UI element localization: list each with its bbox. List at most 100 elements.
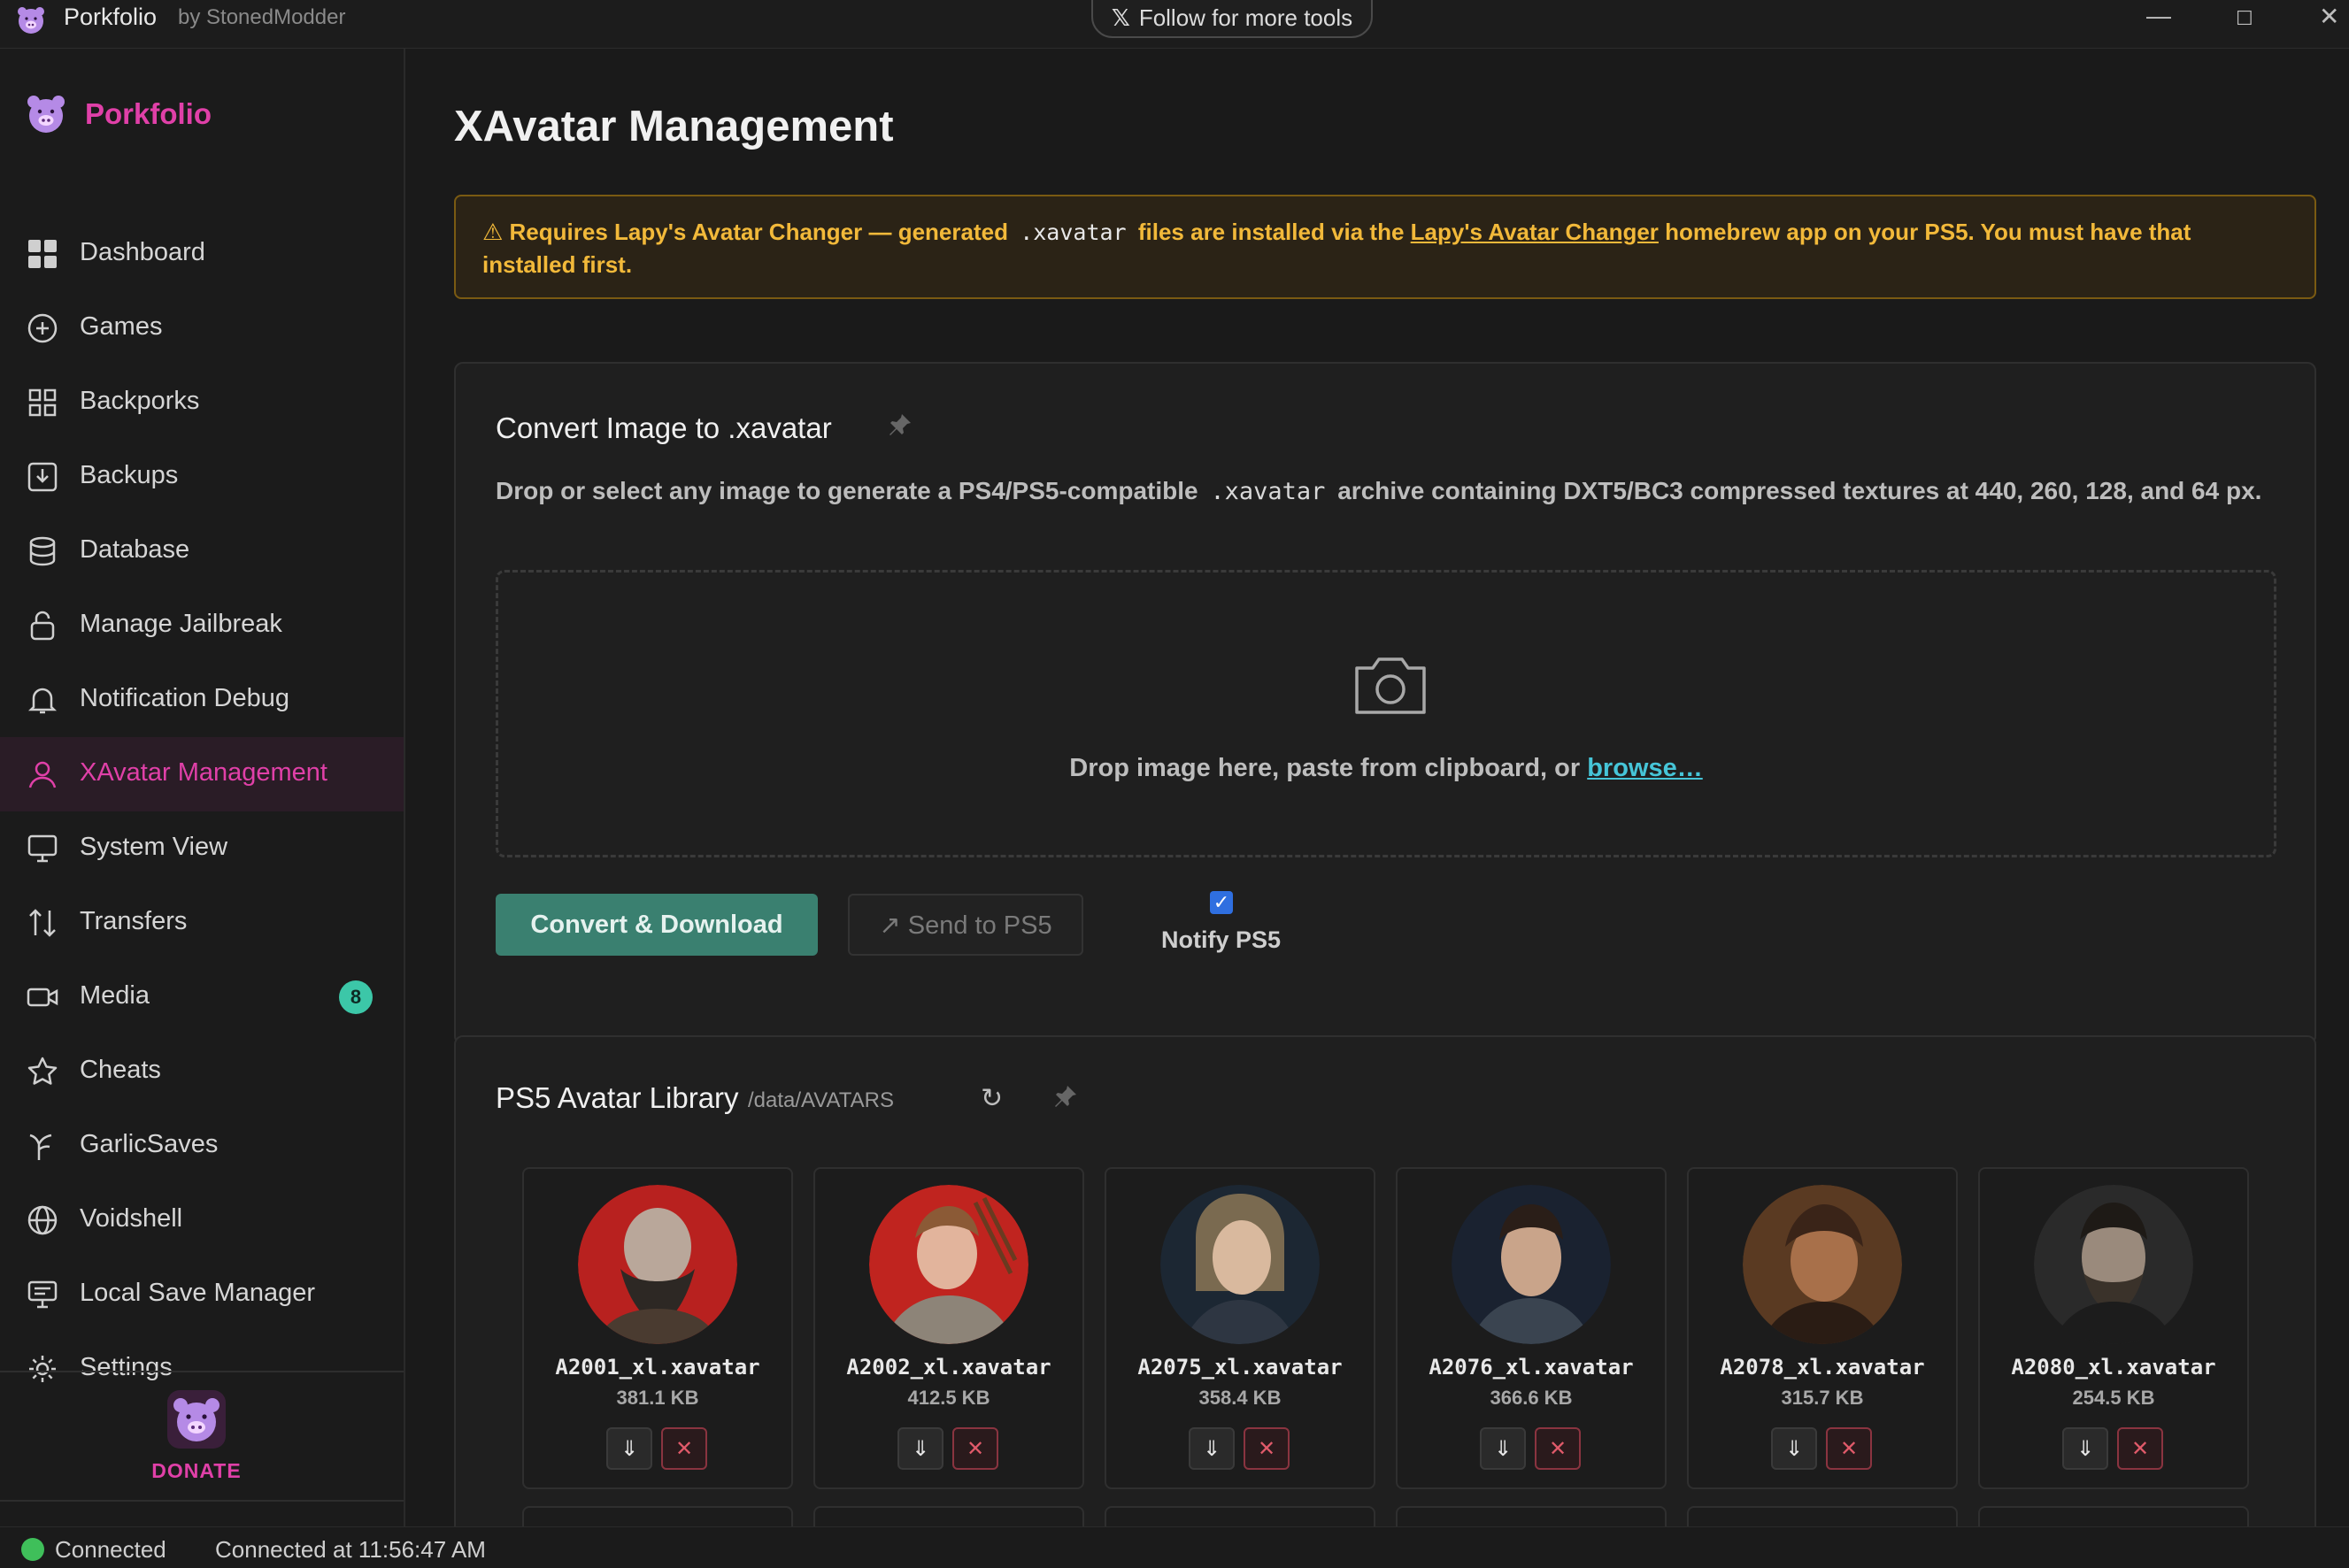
convert-card: Convert Image to .xavatar Drop or select… xyxy=(454,362,2316,1045)
pin-icon[interactable] xyxy=(1052,1083,1079,1110)
pig-logo-icon xyxy=(27,96,65,133)
delete-avatar-button[interactable]: ✕ xyxy=(2117,1427,2163,1470)
delete-avatar-button[interactable]: ✕ xyxy=(1244,1427,1290,1470)
pin-icon[interactable] xyxy=(887,411,913,438)
monitor-icon xyxy=(27,834,58,863)
close-icon: ✕ xyxy=(1839,1436,1859,1461)
delete-avatar-button[interactable]: ✕ xyxy=(1826,1427,1872,1470)
brand-name: Porkfolio xyxy=(85,97,212,130)
sidebar-brand[interactable]: Porkfolio xyxy=(25,93,212,135)
database-icon xyxy=(29,536,56,566)
download-icon: ⇓ xyxy=(911,1436,930,1461)
sidebar-item-local-save-manager[interactable]: Local Save Manager xyxy=(0,1257,404,1332)
sidebar-item-label: Transfers xyxy=(80,907,188,935)
image-dropzone[interactable]: Drop image here, paste from clipboard, o… xyxy=(496,570,2276,857)
avatar-filesize: 254.5 KB xyxy=(2072,1387,2155,1409)
sidebar-item-label: XAvatar Management xyxy=(80,758,327,787)
browse-link[interactable]: browse… xyxy=(1587,754,1703,782)
download-avatar-button[interactable]: ⇓ xyxy=(897,1427,943,1470)
avatar-thumbnail xyxy=(1743,1185,1902,1344)
avatar-card[interactable] xyxy=(522,1506,793,1526)
avatar-card[interactable] xyxy=(1978,1506,2249,1526)
avatar-card[interactable] xyxy=(1396,1506,1667,1526)
avatar-card[interactable] xyxy=(1105,1506,1375,1526)
delete-avatar-button[interactable]: ✕ xyxy=(952,1427,998,1470)
download-avatar-button[interactable]: ⇓ xyxy=(1771,1427,1817,1470)
follow-button[interactable]: 𝕏 Follow for more tools xyxy=(1091,0,1373,38)
sidebar-item-garlicsaves[interactable]: GarlicSaves xyxy=(0,1109,404,1183)
maximize-button[interactable]: ☐ xyxy=(2236,7,2253,30)
download-avatar-button[interactable]: ⇓ xyxy=(606,1427,652,1470)
star-icon xyxy=(27,1057,58,1085)
sidebar-item-cheats[interactable]: Cheats xyxy=(0,1034,404,1109)
sidebar-item-games[interactable]: Games xyxy=(0,291,404,365)
avatar-filename: A2078_xl.xavatar xyxy=(1720,1355,1925,1380)
sidebar-item-label: Voidshell xyxy=(80,1204,183,1233)
sidebar-item-label: Dashboard xyxy=(80,238,205,266)
library-title: PS5 Avatar Library xyxy=(496,1081,739,1114)
avatar-card[interactable] xyxy=(813,1506,1084,1526)
avatar-card[interactable] xyxy=(1687,1506,1958,1526)
refresh-icon[interactable]: ↻ xyxy=(981,1083,1003,1114)
notify-ps5-checkbox[interactable]: ✓ xyxy=(1210,891,1233,914)
sidebar-item-backups[interactable]: Backups xyxy=(0,440,404,514)
sidebar-item-label: Backups xyxy=(80,461,179,489)
sidebar-item-dashboard[interactable]: Dashboard xyxy=(0,217,404,291)
avatar-changer-link[interactable]: Lapy's Avatar Changer xyxy=(1411,219,1659,245)
page-title: XAvatar Management xyxy=(454,103,894,150)
avatar-card[interactable]: A2080_xl.xavatar 254.5 KB ⇓ ✕ xyxy=(1978,1167,2249,1489)
avatar-library-card: PS5 Avatar Library /data/AVATARS ↻ A2001… xyxy=(454,1035,2316,1526)
send-to-ps5-button[interactable]: ↗ Send to PS5 xyxy=(848,894,1083,956)
status-bar: Connected Connected at 11:56:47 AM xyxy=(0,1526,2349,1568)
delete-avatar-button[interactable]: ✕ xyxy=(661,1427,707,1470)
close-icon: ✕ xyxy=(674,1436,694,1461)
camera-icon xyxy=(1355,657,1426,714)
sidebar-item-xavatar-management[interactable]: XAvatar Management xyxy=(0,737,404,811)
main-content: XAvatar Management ⚠ Requires Lapy's Ava… xyxy=(407,49,2349,1526)
avatar-card[interactable]: A2078_xl.xavatar 315.7 KB ⇓ ✕ xyxy=(1687,1167,1958,1489)
avatar-thumbnail xyxy=(1160,1185,1320,1344)
download-avatar-button[interactable]: ⇓ xyxy=(2062,1427,2108,1470)
sidebar-item-manage-jailbreak[interactable]: Manage Jailbreak xyxy=(0,588,404,663)
close-icon: ✕ xyxy=(1548,1436,1567,1461)
download-avatar-button[interactable]: ⇓ xyxy=(1189,1427,1235,1470)
sidebar-item-notification-debug[interactable]: Notification Debug xyxy=(0,663,404,737)
sidebar-item-voidshell[interactable]: Voidshell xyxy=(0,1183,404,1257)
library-path: /data/AVATARS xyxy=(748,1088,894,1112)
avatar-card[interactable]: A2076_xl.xavatar 366.6 KB ⇓ ✕ xyxy=(1396,1167,1667,1489)
download-icon: ⇓ xyxy=(2076,1436,2095,1461)
sidebar-item-database[interactable]: Database xyxy=(0,514,404,588)
avatar-card[interactable]: A2001_xl.xavatar 381.1 KB ⇓ ✕ xyxy=(522,1167,793,1489)
close-icon: ✕ xyxy=(2130,1436,2150,1461)
sidebar-item-system-view[interactable]: System View xyxy=(0,811,404,886)
close-icon: ✕ xyxy=(1257,1436,1276,1461)
media-count-badge: 8 xyxy=(339,980,373,1014)
sidebar-item-label: Manage Jailbreak xyxy=(80,610,282,638)
sidebar-item-label: Database xyxy=(80,535,190,564)
donate-button[interactable]: DONATE xyxy=(0,1371,404,1502)
sidebar-item-backporks[interactable]: Backporks xyxy=(0,365,404,440)
delete-avatar-button[interactable]: ✕ xyxy=(1535,1427,1581,1470)
close-button[interactable]: ✕ xyxy=(2319,2,2339,31)
pig-donate-icon xyxy=(167,1390,226,1449)
avatar-card[interactable]: A2075_xl.xavatar 358.4 KB ⇓ ✕ xyxy=(1105,1167,1375,1489)
download-avatar-button[interactable]: ⇓ xyxy=(1480,1427,1526,1470)
avatar-filesize: 381.1 KB xyxy=(616,1387,699,1409)
sidebar-item-label: Games xyxy=(80,312,163,341)
download-box-icon xyxy=(27,462,58,492)
minimize-button[interactable]: — xyxy=(2146,2,2171,30)
avatar-filename: A2001_xl.xavatar xyxy=(555,1355,760,1380)
sidebar-item-media[interactable]: Media 8 xyxy=(0,960,404,1034)
notify-ps5-label: Notify PS5 xyxy=(1161,926,1282,953)
sidebar-item-label: Cheats xyxy=(80,1056,161,1084)
user-icon xyxy=(28,761,57,788)
transfer-icon xyxy=(29,909,56,937)
requirement-warning: ⚠ Requires Lapy's Avatar Changer — gener… xyxy=(454,195,2316,299)
convert-title: Convert Image to .xavatar xyxy=(496,411,832,444)
avatar-card[interactable]: A2002_xl.xavatar 412.5 KB ⇓ ✕ xyxy=(813,1167,1084,1489)
sidebar-item-transfers[interactable]: Transfers xyxy=(0,886,404,960)
convert-download-button[interactable]: Convert & Download xyxy=(496,894,818,956)
convert-description: Drop or select any image to generate a P… xyxy=(496,477,2262,505)
app-name: Porkfolio xyxy=(64,4,158,30)
avatar-thumbnail xyxy=(869,1185,1028,1344)
